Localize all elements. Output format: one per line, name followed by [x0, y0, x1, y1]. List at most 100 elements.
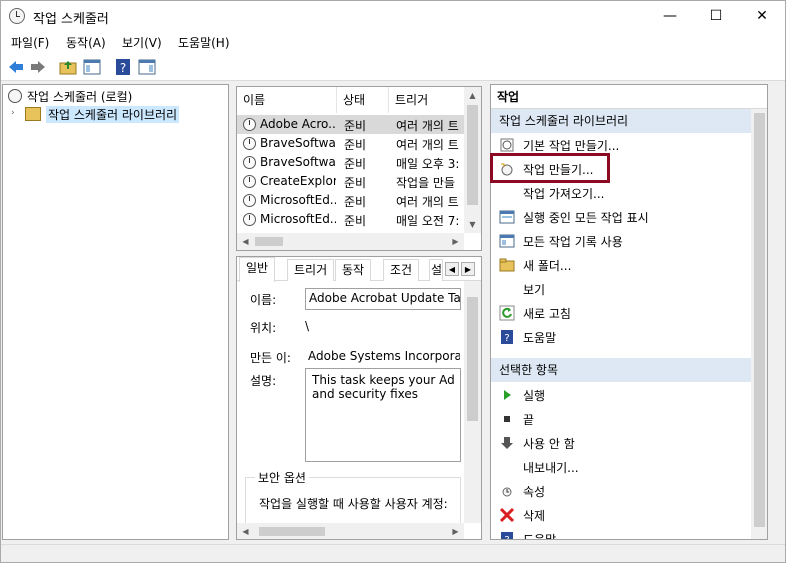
description-field[interactable]: This task keeps your Adobe R and securit…: [305, 368, 461, 462]
task-row[interactable]: MicrosoftEd... 준비 여러 개의 트: [237, 191, 465, 210]
action-import-task[interactable]: 작업 가져오기...: [491, 181, 767, 205]
forward-icon[interactable]: [29, 58, 47, 76]
menu-file[interactable]: 파일(F): [11, 34, 49, 51]
show-hide-console-tree-icon[interactable]: [83, 58, 101, 76]
detail-hscrollbar[interactable]: ◀ ▶: [237, 523, 464, 539]
tree-item-library[interactable]: › 작업 스케줄러 라이브러리: [3, 105, 223, 123]
task-name: BraveSoftwa...: [260, 136, 336, 150]
action-view[interactable]: 보기 ▶: [491, 277, 767, 301]
action-disable[interactable]: 사용 안 함: [491, 431, 767, 455]
history-icon: [499, 233, 515, 249]
title-bar: 작업 스케줄러 — ☐ ✕: [1, 1, 785, 31]
menu-bar: 파일(F) 동작(A) 보기(V) 도움말(H): [1, 31, 785, 53]
chevron-right-icon[interactable]: ›: [11, 108, 15, 118]
action-end[interactable]: 끝: [491, 407, 767, 431]
column-trigger[interactable]: 트리거: [389, 87, 465, 113]
scroll-thumb[interactable]: [259, 527, 325, 536]
column-status[interactable]: 상태: [337, 87, 389, 113]
tab-scroll-right-icon[interactable]: ▶: [461, 262, 475, 276]
tab-actions[interactable]: 동작: [335, 259, 372, 281]
task-row[interactable]: CreateExplor... 준비 작업을 만들: [237, 172, 465, 191]
actions-vscrollbar[interactable]: [751, 109, 767, 539]
action-label: 속성: [523, 485, 546, 499]
task-clock-icon: [243, 194, 256, 207]
scroll-right-arrow-icon[interactable]: ▶: [447, 523, 464, 539]
svg-text:?: ?: [504, 535, 509, 540]
tab-scroll-left-icon[interactable]: ◀: [445, 262, 459, 276]
scroll-thumb[interactable]: [467, 297, 478, 421]
task-name: MicrosoftEd...: [260, 212, 336, 226]
task-clock-icon: [243, 156, 256, 169]
description-line: This task keeps your Adobe R: [312, 373, 454, 387]
task-row[interactable]: MicrosoftEd... 준비 매일 오전 7:: [237, 210, 465, 229]
scroll-thumb[interactable]: [754, 113, 765, 527]
action-run[interactable]: 실행: [491, 383, 767, 407]
action-create-task[interactable]: 작업 만들기...: [491, 157, 767, 181]
task-clock-icon: [243, 118, 256, 131]
scroll-down-arrow-icon[interactable]: ▼: [464, 216, 481, 233]
show-hide-action-pane-icon[interactable]: [138, 58, 156, 76]
tab-general[interactable]: 일반: [239, 257, 276, 282]
action-label: 사용 안 함: [523, 437, 575, 451]
column-name[interactable]: 이름: [237, 87, 337, 113]
action-help-selected[interactable]: ? 도움말: [491, 527, 767, 540]
task-list-vscrollbar[interactable]: ▲ ▼: [464, 87, 481, 233]
action-label: 보기: [523, 283, 546, 297]
action-display-running-tasks[interactable]: 실행 중인 모든 작업 표시: [491, 205, 767, 229]
task-name: BraveSoftwa...: [260, 155, 336, 169]
detail-vscrollbar[interactable]: [464, 281, 481, 523]
menu-action[interactable]: 동작(A): [66, 34, 106, 51]
scroll-left-arrow-icon[interactable]: ◀: [237, 523, 254, 539]
detail-tabs: 일반 트리거 동작 조건 설 ◀ ▶: [237, 257, 481, 282]
section-library[interactable]: 작업 스케줄러 라이브러리 ▲: [491, 109, 767, 133]
task-scheduler-window: 작업 스케줄러 — ☐ ✕ 파일(F) 동작(A) 보기(V) 도움말(H) ?: [0, 0, 786, 563]
help-icon: ?: [499, 531, 515, 540]
action-label: 내보내기...: [523, 461, 579, 475]
tree-item-local[interactable]: 작업 스케줄러 (로컬): [3, 87, 223, 105]
action-export[interactable]: 내보내기...: [491, 455, 767, 479]
action-properties[interactable]: 속성: [491, 479, 767, 503]
task-list-header: 이름 상태 트리거: [237, 87, 465, 113]
description-line: and security fixes: [312, 387, 419, 401]
delete-icon: [499, 507, 515, 523]
section-selected-item[interactable]: 선택한 항목 ▲: [491, 358, 767, 382]
tab-settings[interactable]: 설: [429, 259, 443, 281]
action-help[interactable]: ? 도움말: [491, 325, 767, 349]
task-name: MicrosoftEd...: [260, 193, 336, 207]
scroll-left-arrow-icon[interactable]: ◀: [237, 233, 254, 250]
task-scheduler-app-icon: [9, 8, 25, 24]
scroll-thumb[interactable]: [255, 237, 283, 246]
action-enable-history[interactable]: 모든 작업 기록 사용: [491, 229, 767, 253]
help-toolbar-icon[interactable]: ?: [114, 58, 132, 76]
action-label: 작업 만들기...: [523, 163, 594, 177]
menu-view[interactable]: 보기(V): [122, 34, 162, 51]
action-label: 새로 고침: [523, 307, 571, 321]
task-row[interactable]: Adobe Acro... 준비 여러 개의 트: [237, 115, 465, 134]
scroll-thumb[interactable]: [467, 105, 478, 205]
action-delete[interactable]: 삭제: [491, 503, 767, 527]
name-field[interactable]: Adobe Acrobat Update Task: [305, 288, 461, 310]
tab-triggers[interactable]: 트리거: [287, 259, 335, 281]
actions-pane: 작업 작업 스케줄러 라이브러리 ▲ 기본 작업 만들기... 작업 만들기..…: [490, 84, 768, 540]
action-label: 도움말: [523, 331, 557, 345]
scroll-right-arrow-icon[interactable]: ▶: [447, 233, 464, 250]
minimize-button[interactable]: —: [647, 1, 693, 31]
action-new-folder[interactable]: 새 폴더...: [491, 253, 767, 277]
task-name: Adobe Acro...: [260, 117, 336, 131]
close-button[interactable]: ✕: [739, 1, 785, 31]
task-row[interactable]: BraveSoftwa... 준비 매일 오후 3:: [237, 153, 465, 172]
tab-conditions[interactable]: 조건: [383, 259, 420, 281]
action-refresh[interactable]: 새로 고침: [491, 301, 767, 325]
action-create-basic-task[interactable]: 기본 작업 만들기...: [491, 133, 767, 157]
create-task-icon: [499, 161, 515, 177]
scroll-up-arrow-icon[interactable]: ▲: [464, 87, 481, 104]
menu-help[interactable]: 도움말(H): [178, 34, 230, 51]
svg-text:?: ?: [504, 333, 509, 344]
location-value: \: [305, 319, 310, 333]
maximize-button[interactable]: ☐: [693, 1, 739, 31]
up-folder-icon[interactable]: [59, 58, 77, 76]
task-list-hscrollbar[interactable]: ◀ ▶: [237, 233, 464, 250]
task-row[interactable]: BraveSoftwa... 준비 여러 개의 트: [237, 134, 465, 153]
back-icon[interactable]: [7, 58, 25, 76]
name-label: 이름:: [250, 293, 277, 307]
